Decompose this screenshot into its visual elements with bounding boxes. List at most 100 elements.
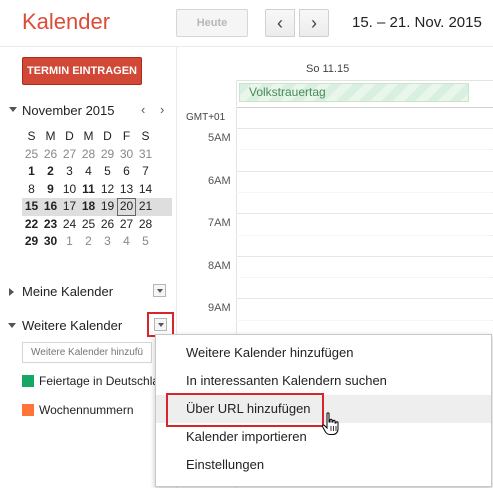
time-label: 6AM: [208, 175, 231, 187]
half-hour-line: [236, 277, 493, 278]
time-label: 9AM: [208, 302, 231, 314]
hour-line: [236, 298, 493, 299]
previous-week-button[interactable]: ‹: [265, 9, 295, 37]
mini-calendar-weekday-row: S M D M D F S: [22, 128, 172, 146]
mini-calendar-day[interactable]: 2: [79, 233, 98, 251]
mini-calendar-day[interactable]: 19: [98, 198, 117, 216]
menu-item-add-calendar[interactable]: Weitere Kalender hinzufügen: [156, 339, 491, 367]
half-hour-line: [236, 320, 493, 321]
calendar-item-holidays[interactable]: Feiertage in Deutschland: [39, 374, 172, 388]
mini-calendar-day[interactable]: 27: [60, 146, 79, 164]
grid-top-border: [236, 107, 493, 108]
menu-item-browse-interesting[interactable]: In interessanten Kalendern suchen: [156, 367, 491, 395]
collapse-other-calendars-icon[interactable]: [8, 323, 16, 328]
timezone-label: GMT+01: [186, 112, 226, 123]
mini-calendar-day[interactable]: 18: [79, 198, 98, 216]
my-calendars-menu-button[interactable]: [153, 284, 166, 297]
mini-calendar-next-month[interactable]: ›: [160, 102, 164, 117]
mini-calendar-day[interactable]: 25: [79, 216, 98, 234]
mini-calendar-day[interactable]: 4: [79, 163, 98, 181]
mini-calendar-day[interactable]: 13: [117, 181, 136, 199]
other-calendars-label[interactable]: Weitere Kalender: [22, 318, 122, 333]
mini-calendar-day[interactable]: 22: [22, 216, 41, 234]
create-event-button[interactable]: TERMIN EINTRAGEN: [22, 57, 142, 85]
mini-calendar-day[interactable]: 26: [41, 146, 60, 164]
my-calendars-label[interactable]: Meine Kalender: [22, 284, 113, 299]
mini-calendar-day[interactable]: 4: [117, 233, 136, 251]
half-hour-line: [236, 149, 493, 150]
time-label: 8AM: [208, 260, 231, 272]
mini-calendar-day[interactable]: 3: [98, 233, 117, 251]
mini-calendar-day[interactable]: 7: [136, 163, 155, 181]
calendar-color-swatch[interactable]: [22, 404, 34, 416]
hour-line: [236, 256, 493, 257]
hand-pointer-icon: [321, 412, 339, 435]
mini-calendar-day[interactable]: 28: [79, 146, 98, 164]
chevron-right-icon: ›: [311, 13, 317, 33]
mini-calendar-day[interactable]: 14: [136, 181, 155, 199]
mini-calendar-day[interactable]: 30: [41, 233, 60, 251]
mini-calendar-day[interactable]: 25: [22, 146, 41, 164]
mini-calendar-day[interactable]: 6: [117, 163, 136, 181]
collapse-mini-calendar-icon[interactable]: [9, 107, 17, 112]
mini-calendar-prev-month[interactable]: ‹: [141, 102, 145, 117]
mini-calendar-day[interactable]: 11: [79, 181, 98, 199]
other-calendars-menu-button[interactable]: [154, 318, 167, 331]
highlight-box: [166, 393, 324, 427]
chevron-down-icon: [158, 323, 164, 327]
mini-calendar-week: 1 2 3 4 5 6 7: [22, 163, 172, 181]
hour-line: [236, 128, 493, 129]
mini-calendar-day[interactable]: 30: [117, 146, 136, 164]
mini-calendar-day[interactable]: 1: [22, 163, 41, 181]
mini-calendar-day[interactable]: 15: [22, 198, 41, 216]
header-divider: [0, 46, 493, 47]
weekday-header: D: [103, 129, 112, 143]
mini-calendar-day[interactable]: 23: [41, 216, 60, 234]
mini-calendar-day[interactable]: 3: [60, 163, 79, 181]
chevron-left-icon: ‹: [277, 13, 283, 33]
half-hour-line: [236, 192, 493, 193]
mini-calendar-day[interactable]: 31: [136, 146, 155, 164]
mini-calendar-day[interactable]: 10: [60, 181, 79, 199]
mini-calendar-day[interactable]: 24: [60, 216, 79, 234]
mini-calendar-day[interactable]: 9: [41, 181, 60, 199]
time-label: 7AM: [208, 217, 231, 229]
mini-calendar-week-selected: 15 16 17 18 19 20 21: [22, 198, 172, 216]
mini-calendar-grid: S M D M D F S 25 26 27 28 29 30 31 1 2 3…: [22, 128, 172, 251]
mini-calendar-day[interactable]: 26: [98, 216, 117, 234]
mini-calendar-title: November 2015: [22, 103, 115, 118]
mini-calendar-day[interactable]: 16: [41, 198, 60, 216]
mini-calendar-day[interactable]: 8: [22, 181, 41, 199]
mini-calendar-day[interactable]: 29: [98, 146, 117, 164]
weekday-header: M: [45, 129, 56, 143]
mini-calendar-day[interactable]: 2: [41, 163, 60, 181]
time-label: 5AM: [208, 132, 231, 144]
weekday-header: M: [83, 129, 94, 143]
next-week-button[interactable]: ›: [299, 9, 329, 37]
add-calendar-input[interactable]: [22, 342, 152, 363]
mini-calendar-day[interactable]: 17: [60, 198, 79, 216]
mini-calendar-day[interactable]: 5: [98, 163, 117, 181]
mini-calendar-day[interactable]: 5: [136, 233, 155, 251]
mini-calendar-day[interactable]: 1: [60, 233, 79, 251]
mini-calendar-day[interactable]: 12: [98, 181, 117, 199]
all-day-event[interactable]: Volkstrauertag: [239, 83, 469, 102]
calendar-color-swatch[interactable]: [22, 375, 34, 387]
mini-calendar-day[interactable]: 21: [136, 198, 155, 216]
chevron-down-icon: [157, 289, 163, 293]
mini-calendar-week: 22 23 24 25 26 27 28: [22, 216, 172, 234]
app-title: Kalender: [22, 9, 111, 34]
hour-line: [236, 171, 493, 172]
mini-calendar-day[interactable]: 29: [22, 233, 41, 251]
expand-my-calendars-icon[interactable]: [9, 288, 14, 296]
day-column-header[interactable]: So 11.15: [306, 63, 349, 75]
mini-calendar-today[interactable]: 20: [117, 198, 136, 216]
weekday-header: F: [122, 129, 131, 143]
weekday-header: S: [27, 129, 36, 143]
mini-calendar-week: 8 9 10 11 12 13 14: [22, 181, 172, 199]
today-button[interactable]: Heute: [176, 9, 248, 37]
mini-calendar-day[interactable]: 28: [136, 216, 155, 234]
calendar-item-week-numbers[interactable]: Wochennummern: [39, 403, 134, 417]
mini-calendar-day[interactable]: 27: [117, 216, 136, 234]
menu-item-settings[interactable]: Einstellungen: [156, 451, 491, 479]
